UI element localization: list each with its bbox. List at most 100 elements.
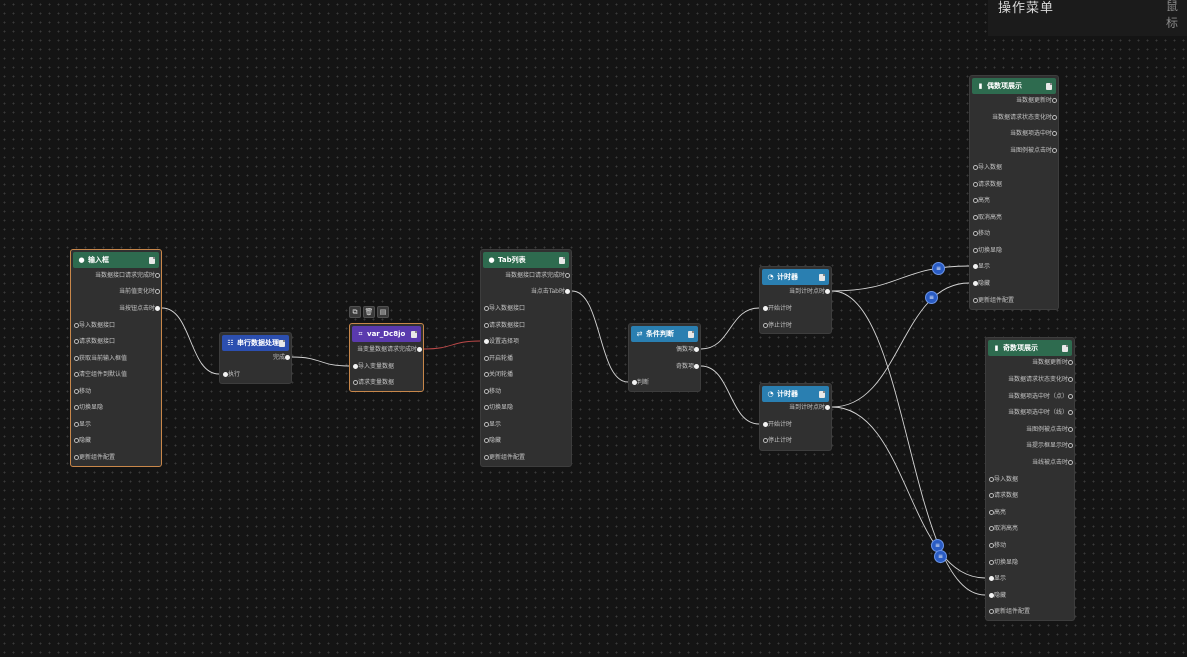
output-port-dot[interactable] bbox=[1068, 427, 1073, 432]
input-port-dot[interactable] bbox=[763, 438, 768, 443]
document-icon[interactable] bbox=[279, 339, 285, 347]
input-port-dot[interactable] bbox=[484, 422, 489, 427]
input-port-dot[interactable] bbox=[989, 526, 994, 531]
output-port[interactable]: 偶数项 bbox=[676, 344, 699, 356]
input-port-dot[interactable] bbox=[973, 215, 978, 220]
output-port-dot[interactable] bbox=[694, 347, 699, 352]
input-port[interactable]: 请求数据接口 bbox=[74, 336, 115, 348]
output-port-dot[interactable] bbox=[285, 355, 290, 360]
node-header[interactable]: ▮ 偶数项展示 bbox=[972, 78, 1056, 94]
input-port-dot[interactable] bbox=[484, 372, 489, 377]
output-port[interactable]: 当提示框显示时 bbox=[1026, 440, 1073, 452]
output-port-dot[interactable] bbox=[1068, 460, 1073, 465]
delete-icon[interactable]: 🗑 bbox=[363, 306, 375, 318]
node-even[interactable]: ▮ 偶数项展示 当数据更新时 当数据请求状态变化时 当数据项选中时 当图例被点击时 导入数据… bbox=[969, 75, 1059, 310]
input-port[interactable]: 导入数据接口 bbox=[74, 320, 115, 332]
input-port[interactable]: 停止计时 bbox=[763, 435, 792, 447]
input-port-dot[interactable] bbox=[989, 510, 994, 515]
input-port[interactable]: 开始计时 bbox=[763, 303, 792, 315]
input-port[interactable]: 设置选择项 bbox=[484, 336, 519, 348]
input-port-dot[interactable] bbox=[74, 389, 79, 394]
node-timer2[interactable]: ◔ 计时器 当到计时点时 开始计时 停止计时 bbox=[759, 383, 832, 451]
connection-wire[interactable] bbox=[831, 406, 986, 579]
node-header[interactable]: ▮ 奇数项展示 bbox=[988, 340, 1072, 356]
output-port[interactable]: 奇数项 bbox=[676, 361, 699, 373]
input-port[interactable]: 导入数据 bbox=[973, 162, 1002, 174]
output-port-dot[interactable] bbox=[417, 347, 422, 352]
input-port-dot[interactable] bbox=[74, 405, 79, 410]
output-port-dot[interactable] bbox=[1068, 443, 1073, 448]
document-icon[interactable] bbox=[411, 330, 417, 338]
node-cond[interactable]: ⇄ 条件判断 偶数项 奇数项 判断 bbox=[628, 323, 701, 392]
input-port[interactable]: 高亮 bbox=[973, 195, 990, 207]
input-port[interactable]: 高亮 bbox=[989, 507, 1006, 519]
output-port[interactable]: 当到计时点时 bbox=[789, 402, 830, 414]
input-port-dot[interactable] bbox=[989, 493, 994, 498]
input-port-dot[interactable] bbox=[763, 306, 768, 311]
output-port-dot[interactable] bbox=[565, 273, 570, 278]
input-port-dot[interactable] bbox=[74, 438, 79, 443]
input-port-dot[interactable] bbox=[973, 231, 978, 236]
input-port[interactable]: 移动 bbox=[973, 228, 990, 240]
output-port[interactable]: 当变量数据请求完成时 bbox=[357, 344, 422, 356]
input-port[interactable]: 切换显隐 bbox=[973, 245, 1002, 257]
node-tab[interactable]: ● Tab列表 当数据接口请求完成时 当点击Tab时 导入数据接口 请求数据接口 设置选择项… bbox=[480, 249, 572, 467]
input-port[interactable]: 显示 bbox=[74, 419, 91, 431]
input-port-dot[interactable] bbox=[223, 372, 228, 377]
input-port[interactable]: 请求数据接口 bbox=[484, 320, 525, 332]
input-port[interactable]: 清空组件到默认值 bbox=[74, 369, 127, 381]
input-port[interactable]: 显示 bbox=[973, 261, 990, 273]
input-port-dot[interactable] bbox=[484, 389, 489, 394]
input-port-dot[interactable] bbox=[353, 364, 358, 369]
input-port-dot[interactable] bbox=[973, 281, 978, 286]
node-header[interactable]: ⌗ var_Dc8jo bbox=[352, 326, 421, 342]
node-var[interactable]: ⌗ var_Dc8jo 当变量数据请求完成时 导入变量数据 请求变量数据 bbox=[349, 323, 424, 392]
document-icon[interactable] bbox=[1062, 344, 1068, 352]
connection-wire[interactable] bbox=[700, 307, 760, 350]
input-port[interactable]: 开始计时 bbox=[763, 419, 792, 431]
input-port-dot[interactable] bbox=[989, 477, 994, 482]
connection-wire[interactable] bbox=[831, 265, 970, 292]
node-header[interactable]: ◔ 计时器 bbox=[762, 269, 829, 285]
output-port-dot[interactable] bbox=[1068, 377, 1073, 382]
document-icon[interactable] bbox=[559, 256, 565, 264]
operation-menu-title[interactable]: 操作菜单 bbox=[998, 0, 1054, 16]
input-port[interactable]: 移动 bbox=[989, 540, 1006, 552]
menu-side-label[interactable]: 鼠标 bbox=[1166, 0, 1187, 31]
input-port[interactable]: 关闭轮播 bbox=[484, 369, 513, 381]
output-port[interactable]: 当数据更新时 bbox=[1032, 357, 1073, 369]
input-port[interactable]: 取消高亮 bbox=[989, 523, 1018, 535]
node-input[interactable]: ● 输入框 当数据接口请求完成时 当前值变化时 当按钮点击时 导入数据接口 请求数据接口 获取… bbox=[70, 249, 162, 467]
input-port[interactable]: 隐藏 bbox=[989, 590, 1006, 602]
input-port[interactable]: 移动 bbox=[484, 386, 501, 398]
input-port-dot[interactable] bbox=[74, 339, 79, 344]
output-port[interactable]: 当前值变化时 bbox=[119, 286, 160, 298]
input-port[interactable]: 显示 bbox=[989, 573, 1006, 585]
input-port-dot[interactable] bbox=[989, 576, 994, 581]
input-port[interactable]: 更新组件配置 bbox=[74, 452, 115, 464]
input-port[interactable]: 切换显隐 bbox=[74, 402, 103, 414]
connection-wire[interactable] bbox=[423, 340, 481, 350]
document-icon[interactable] bbox=[1046, 82, 1052, 90]
connection-wire[interactable] bbox=[161, 307, 220, 375]
input-port[interactable]: 请求数据 bbox=[973, 179, 1002, 191]
node-header[interactable]: ● Tab列表 bbox=[483, 252, 569, 268]
input-port-dot[interactable] bbox=[973, 198, 978, 203]
node-header[interactable]: ● 输入框 bbox=[73, 252, 159, 268]
connection-wire[interactable] bbox=[571, 290, 629, 383]
output-port[interactable]: 当图例被点击时 bbox=[1010, 145, 1057, 157]
node-timer1[interactable]: ◔ 计时器 当到计时点时 开始计时 停止计时 bbox=[759, 266, 832, 334]
output-port-dot[interactable] bbox=[155, 306, 160, 311]
node-serial[interactable]: ☷ 串行数据处理 完成 执行 bbox=[219, 332, 292, 384]
input-port[interactable]: 导入数据接口 bbox=[484, 303, 525, 315]
input-port[interactable]: 导入数据 bbox=[989, 474, 1018, 486]
output-port-dot[interactable] bbox=[694, 364, 699, 369]
input-port-dot[interactable] bbox=[763, 323, 768, 328]
output-port-dot[interactable] bbox=[1068, 394, 1073, 399]
input-port-dot[interactable] bbox=[989, 593, 994, 598]
input-port[interactable]: 更新组件配置 bbox=[989, 606, 1030, 618]
output-port[interactable]: 完成 bbox=[273, 352, 290, 364]
input-port[interactable]: 导入变量数据 bbox=[353, 361, 394, 373]
input-port-dot[interactable] bbox=[74, 356, 79, 361]
input-port-dot[interactable] bbox=[484, 438, 489, 443]
